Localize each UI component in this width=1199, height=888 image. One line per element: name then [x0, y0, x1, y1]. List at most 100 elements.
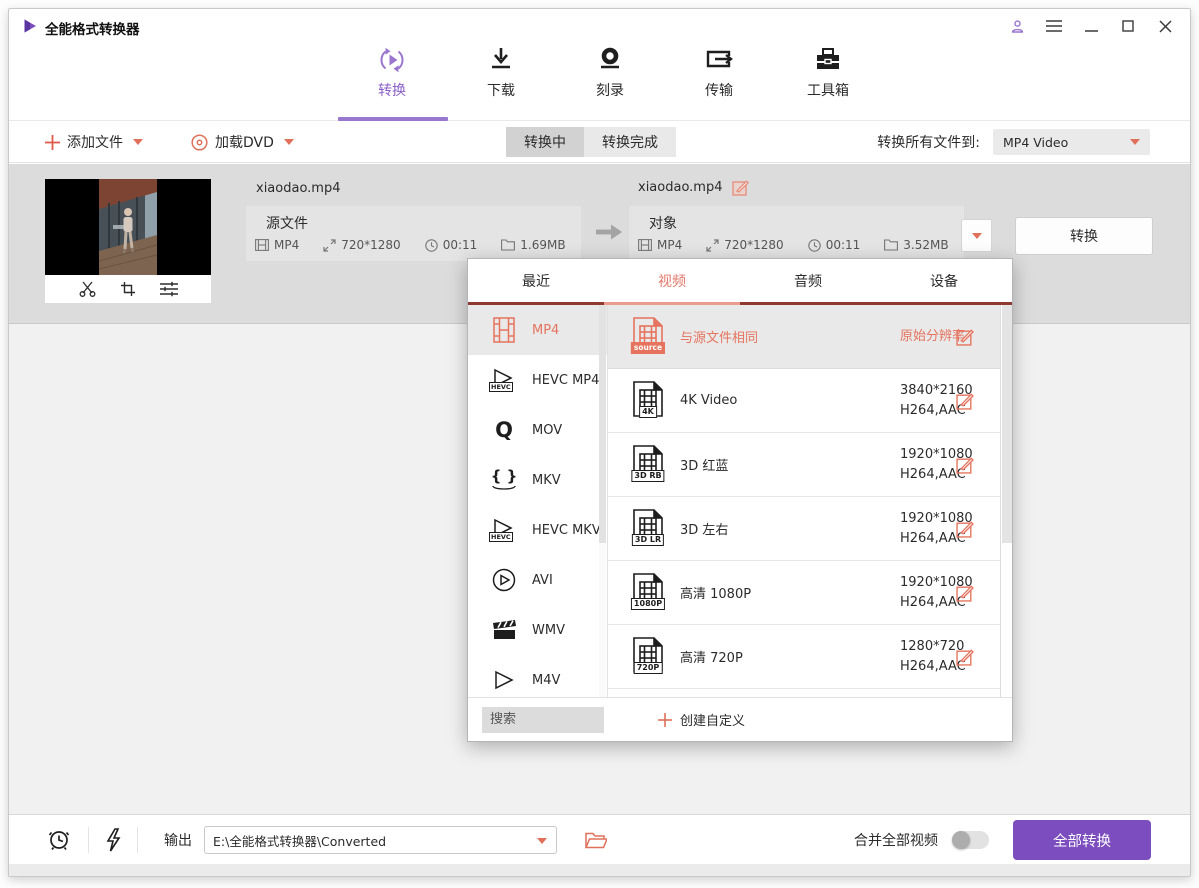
tab-converting[interactable]: 转换中: [506, 127, 584, 157]
open-folder-icon[interactable]: [585, 832, 607, 849]
format-item-hevc-mkv[interactable]: HEVC HEVC MKV: [468, 505, 607, 555]
source-format: MP4: [274, 238, 299, 252]
format-item-label: HEVC MP4: [532, 373, 599, 388]
film-icon: [255, 239, 269, 251]
tab-burn[interactable]: 刻录: [571, 44, 649, 100]
edit-preset-icon[interactable]: [956, 456, 974, 474]
plus-icon: [45, 135, 60, 150]
source-size: 1.69MB: [520, 238, 565, 252]
popup-footer: 创建自定义: [468, 697, 1012, 741]
popup-tab-recent[interactable]: 最近: [468, 259, 604, 305]
source-panel-title: 源文件: [266, 213, 308, 233]
merge-toggle[interactable]: [952, 831, 989, 849]
preset-name: 与源文件相同: [680, 327, 758, 346]
edit-preset-icon[interactable]: [956, 648, 974, 666]
720p-preset-icon: 720P: [632, 636, 664, 674]
tab-transfer[interactable]: 传输: [680, 44, 758, 100]
mp4-film-icon: [490, 317, 518, 343]
tab-download[interactable]: 下载: [462, 44, 540, 100]
edit-preset-icon[interactable]: [956, 520, 974, 538]
preset-row-3d-lr[interactable]: 3D LR 3D 左右 1920*1080 H264,AAC: [608, 497, 1002, 561]
format-item-label: AVI: [532, 573, 553, 588]
create-custom-button[interactable]: 创建自定义: [658, 710, 745, 729]
schedule-clock-icon[interactable]: [47, 828, 71, 852]
tab-toolbox-label: 工具箱: [789, 80, 867, 100]
chevron-down-icon: [537, 838, 547, 844]
convert-button[interactable]: 转换: [1015, 217, 1153, 255]
film-icon: [638, 239, 652, 251]
format-item-label: WMV: [532, 623, 565, 638]
minimize-button[interactable]: [1082, 17, 1100, 35]
account-icon[interactable]: [1008, 17, 1026, 35]
toolbar: 添加文件 加载DVD 转换中 转换完成 转换所有文件到: MP4 Video: [9, 121, 1190, 163]
preset-list: source 与源文件相同 原始分辨率 4K: [608, 305, 1002, 699]
format-item-wmv[interactable]: WMV: [468, 605, 607, 655]
close-button[interactable]: [1156, 17, 1174, 35]
merge-all-label: 合并全部视频: [854, 830, 938, 850]
popup-tab-device[interactable]: 设备: [876, 259, 1012, 305]
format-item-label: MKV: [532, 473, 561, 488]
format-item-avi[interactable]: AVI: [468, 555, 607, 605]
tab-burn-label: 刻录: [571, 80, 649, 100]
tab-converted[interactable]: 转换完成: [584, 127, 676, 157]
output-path-input[interactable]: [205, 827, 556, 853]
add-files-button[interactable]: 添加文件: [45, 121, 143, 163]
preset-name: 3D 红蓝: [680, 455, 728, 474]
1080p-preset-icon: 1080P: [632, 572, 664, 610]
format-item-mkv[interactable]: { } MKV: [468, 455, 607, 505]
load-dvd-button[interactable]: 加载DVD: [191, 121, 294, 163]
search-input[interactable]: [482, 707, 604, 733]
titlebar: 全能格式转换器: [9, 9, 1190, 43]
crop-icon[interactable]: [120, 281, 136, 297]
trim-scissors-icon[interactable]: [79, 281, 96, 297]
format-item-mp4[interactable]: MP4: [468, 305, 607, 355]
target-format-dropdown-button[interactable]: [961, 219, 992, 252]
popup-tab-audio[interactable]: 音频: [740, 259, 876, 305]
high-speed-icon[interactable]: [105, 828, 121, 852]
format-item-m4v[interactable]: M4V: [468, 655, 607, 699]
tab-convert-label: 转换: [353, 80, 431, 100]
output-label: 输出: [164, 830, 192, 850]
divider: [88, 827, 89, 853]
tab-toolbox[interactable]: 工具箱: [789, 44, 867, 100]
format-item-hevc-mp4[interactable]: HEVC HEVC MP4: [468, 355, 607, 405]
app-logo-icon: [22, 18, 38, 34]
edit-preset-icon[interactable]: [956, 328, 974, 346]
quicktime-icon: Q: [495, 419, 513, 441]
tab-transfer-label: 传输: [680, 80, 758, 100]
target-resolution: 720*1280: [724, 238, 783, 252]
edit-preset-icon[interactable]: [956, 584, 974, 602]
download-icon: [462, 44, 540, 76]
toolbox-icon: [789, 44, 867, 76]
output-format-dropdown[interactable]: MP4 Video: [993, 129, 1150, 155]
rename-edit-icon[interactable]: [732, 179, 749, 196]
preset-row-1080p[interactable]: 1080P 高清 1080P 1920*1080 H264,AAC: [608, 561, 1002, 625]
preset-row-source[interactable]: source 与源文件相同 原始分辨率: [608, 305, 1002, 369]
effects-sliders-icon[interactable]: [160, 281, 178, 297]
format-item-mov[interactable]: Q MOV: [468, 405, 607, 455]
sidebar-scrollbar[interactable]: [599, 305, 606, 699]
target-panel-title: 对象: [649, 213, 677, 233]
convert-all-button[interactable]: 全部转换: [1013, 820, 1151, 860]
preset-row-4k[interactable]: 4K 4K Video 3840*2160 H264,AAC: [608, 369, 1002, 433]
menu-icon[interactable]: [1045, 17, 1063, 35]
chevron-down-icon: [972, 233, 982, 239]
preset-row-720p[interactable]: 720P 高清 720P 1280*720 H264,AAC: [608, 625, 1002, 689]
preset-row-3d-rb[interactable]: 3D RB 3D 红蓝 1920*1080 H264,AAC: [608, 433, 1002, 497]
target-panel: 对象 MP4 720*1280 00:11 3.52MB: [629, 206, 964, 261]
4k-preset-icon: 4K: [632, 380, 664, 418]
popup-tab-video[interactable]: 视频: [604, 259, 740, 305]
preset-list-scrollbar[interactable]: [1000, 305, 1012, 699]
maximize-button[interactable]: [1119, 17, 1137, 35]
resolution-icon: [323, 239, 336, 252]
target-duration: 00:11: [826, 238, 861, 252]
source-preset-icon: source: [632, 316, 664, 354]
preset-name: 3D 左右: [680, 519, 728, 538]
load-dvd-label: 加载DVD: [215, 132, 274, 152]
edit-preset-icon[interactable]: [956, 392, 974, 410]
output-path-dropdown[interactable]: [204, 826, 557, 854]
source-file-name: xiaodao.mp4: [256, 181, 341, 196]
tab-convert[interactable]: 转换: [353, 44, 431, 100]
tab-download-label: 下载: [462, 80, 540, 100]
popup-tabbar: 最近 视频 音频 设备: [468, 259, 1012, 305]
